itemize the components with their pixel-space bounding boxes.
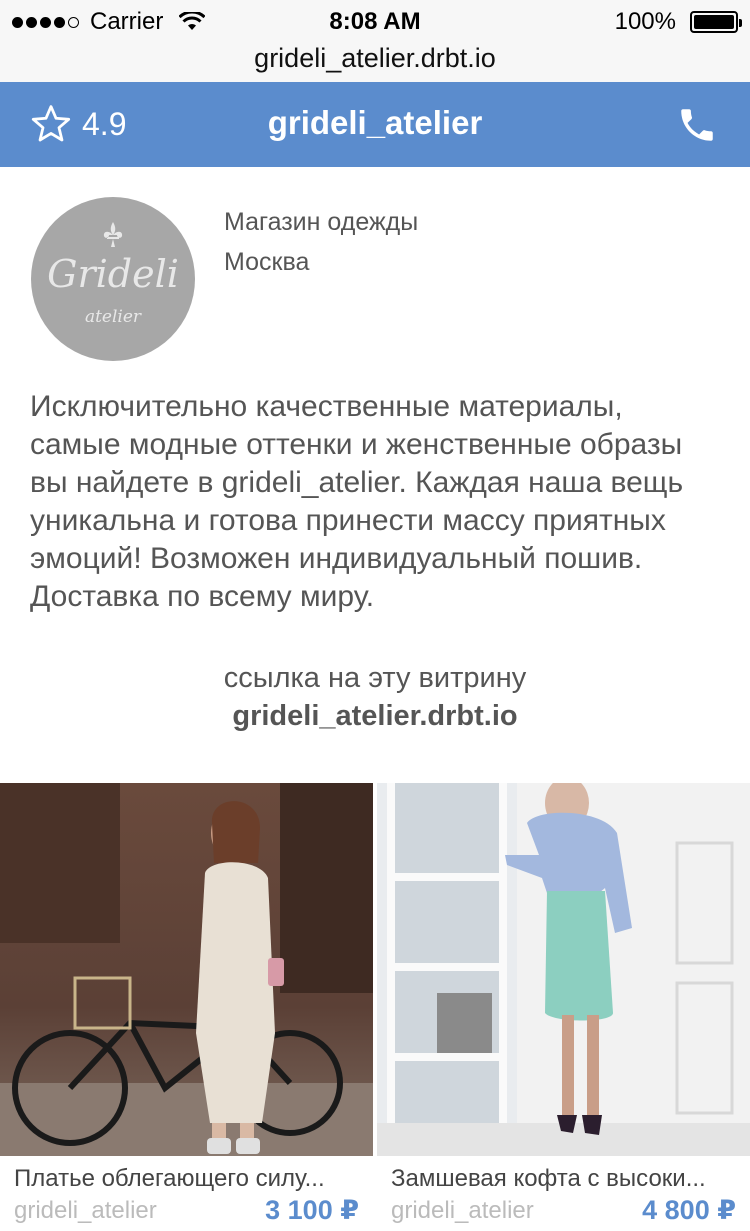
product-image[interactable] bbox=[0, 783, 373, 1156]
shop-logo: Grideli atelier bbox=[31, 197, 195, 361]
product-name: Платье облегающего силу... bbox=[14, 1165, 325, 1192]
fleur-de-lis-icon bbox=[103, 222, 123, 247]
shop-header: 4.9 grideli_atelier bbox=[0, 82, 750, 167]
phone-icon[interactable] bbox=[676, 104, 718, 146]
product-image[interactable] bbox=[377, 783, 750, 1156]
product-card[interactable]: Замшевая кофта с высоки... grideli_ateli… bbox=[377, 783, 750, 1231]
share-link-url[interactable]: grideli_atelier.drbt.io bbox=[0, 700, 750, 733]
shop-description: Исключительно качественные материалы, са… bbox=[30, 390, 684, 613]
product-name: Замшевая кофта с высоки... bbox=[391, 1165, 706, 1192]
share-link-caption: ссылка на эту витрину bbox=[223, 662, 527, 694]
battery-percent: 100% bbox=[614, 8, 676, 35]
logo-wordmark: Grideli bbox=[47, 252, 179, 296]
shop-city: Москва bbox=[224, 248, 310, 276]
shop-title: grideli_atelier bbox=[267, 104, 483, 141]
battery-info: 100% bbox=[614, 8, 742, 36]
product-price: 4 800 ₽ bbox=[642, 1195, 736, 1225]
product-shop: grideli_atelier bbox=[391, 1197, 534, 1224]
product-shop: grideli_atelier bbox=[14, 1197, 157, 1224]
product-price: 3 100 ₽ bbox=[265, 1195, 359, 1225]
product-card[interactable]: Платье облегающего силу... grideli_ateli… bbox=[0, 783, 373, 1231]
shop-category: Магазин одежды bbox=[224, 208, 419, 236]
status-bar: Carrier 8:08 AM 100% bbox=[0, 0, 750, 40]
logo-subtitle: atelier bbox=[84, 307, 142, 327]
address-bar[interactable]: grideli_atelier.drbt.io bbox=[0, 40, 750, 82]
battery-icon bbox=[690, 11, 742, 33]
